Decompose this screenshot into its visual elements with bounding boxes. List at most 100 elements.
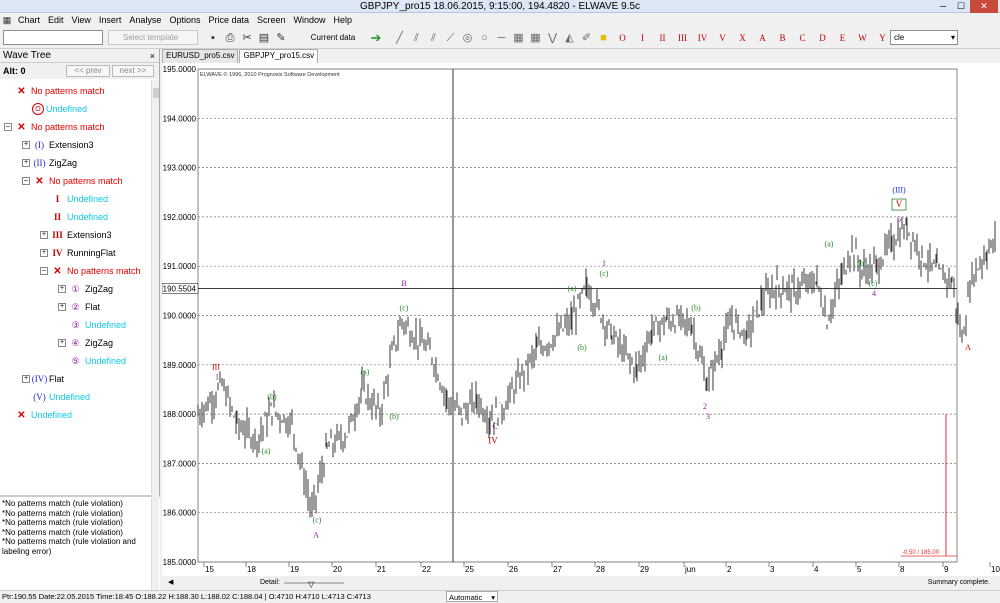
table-tool-icon[interactable]: ▦ xyxy=(528,30,543,46)
degree-button[interactable]: W xyxy=(854,30,871,46)
circle-tool-icon[interactable]: ○ xyxy=(477,30,492,46)
channel-tool-icon[interactable]: ⫽ xyxy=(409,30,424,46)
degree-button[interactable]: IV xyxy=(694,30,711,46)
y-tick-label: 187.0000 xyxy=(163,459,197,468)
tools-icon[interactable]: ✂ xyxy=(239,30,255,46)
tree-node[interactable]: – ✕ No patterns match xyxy=(4,118,105,136)
wave-label: (b) xyxy=(857,259,867,268)
expand-icon[interactable]: + xyxy=(40,249,48,257)
menu-view[interactable]: View xyxy=(68,13,95,27)
symbol-input[interactable] xyxy=(3,30,103,45)
degree-button[interactable]: III xyxy=(674,30,691,46)
zoom-select[interactable]: Automatic ▾ xyxy=(446,591,498,602)
highlight-icon[interactable]: ▤ xyxy=(256,30,272,46)
fan-tool-icon[interactable]: ⟋ xyxy=(443,30,458,46)
chart-scrollbar[interactable]: ◀ Detail: ▽ Summary complete. xyxy=(162,576,1000,590)
tree-node[interactable]: + (I) Extension3 xyxy=(22,136,94,154)
tree-node[interactable]: (V) Undefined xyxy=(22,388,90,406)
tree-node[interactable]: O Undefined xyxy=(22,100,87,118)
tree-node[interactable]: – ✕ No patterns match xyxy=(22,172,123,190)
menu-help[interactable]: Help xyxy=(330,13,357,27)
menu-insert[interactable]: Insert xyxy=(95,13,126,27)
tree-node[interactable]: + IV RunningFlat xyxy=(40,244,116,262)
indicator-combo[interactable]: cle xyxy=(890,30,958,45)
menu-analyse[interactable]: Analyse xyxy=(125,13,165,27)
tree-node[interactable]: ③ Undefined xyxy=(58,316,126,334)
degree-button[interactable]: C xyxy=(794,30,811,46)
tree-scrollbar[interactable] xyxy=(151,80,159,508)
scroll-left-icon[interactable]: ◀ xyxy=(168,576,173,590)
tree-node[interactable]: ⑤ Undefined xyxy=(58,352,126,370)
degree-button[interactable]: O xyxy=(614,30,631,46)
degree-button[interactable]: I xyxy=(634,30,651,46)
tree-node[interactable]: I Undefined xyxy=(40,190,108,208)
parallel-tool-icon[interactable]: ⫽ xyxy=(426,30,441,46)
expand-icon[interactable]: + xyxy=(40,231,48,239)
wave-node-icon: (I) xyxy=(35,140,44,150)
message-line: *No patterns match (rule violation) xyxy=(2,499,123,508)
print-icon[interactable]: ⎙ xyxy=(222,30,238,46)
tree-node[interactable]: + ④ ZigZag xyxy=(58,334,113,352)
menu-window[interactable]: Window xyxy=(290,13,330,27)
tree-node-label: Undefined xyxy=(49,392,91,402)
chart-canvas[interactable]: 195.0000 194.0000 193.0000 192.0000 191.0000… xyxy=(162,63,1000,576)
minimize-icon[interactable]: ─ xyxy=(934,0,952,13)
tree-node[interactable]: + (II) ZigZag xyxy=(22,154,77,172)
menu-options[interactable]: Options xyxy=(165,13,204,27)
price-chart[interactable]: 195.0000 194.0000 193.0000 192.0000 191.0000… xyxy=(162,63,1000,590)
collapse-icon[interactable]: – xyxy=(4,123,12,131)
brush-tool-icon[interactable]: ✐ xyxy=(579,30,594,46)
tree-node[interactable]: – ✕ No patterns match xyxy=(40,262,141,280)
tab-eurusd[interactable]: EURUSD_pro5.csv xyxy=(162,49,239,63)
degree-button[interactable]: E xyxy=(834,30,851,46)
next-button[interactable]: next >> xyxy=(112,65,154,77)
template-select[interactable]: Select template xyxy=(108,30,198,45)
tree-node[interactable]: + ② Flat xyxy=(58,298,100,316)
current-data-button[interactable]: Current data xyxy=(302,30,364,46)
degree-button[interactable]: Y xyxy=(874,30,891,46)
collapse-icon[interactable]: – xyxy=(40,267,48,275)
degree-button[interactable]: A xyxy=(754,30,771,46)
arc-tool-icon[interactable]: ◎ xyxy=(460,30,475,46)
expand-icon[interactable]: + xyxy=(22,159,30,167)
hline-tool-icon[interactable]: ─ xyxy=(494,30,509,46)
expand-icon[interactable]: + xyxy=(58,303,66,311)
save-icon[interactable]: ▪ xyxy=(205,30,221,46)
expand-icon[interactable]: + xyxy=(58,339,66,347)
expand-icon[interactable]: + xyxy=(58,285,66,293)
marker-tool-icon[interactable]: ◭ xyxy=(562,30,577,46)
rectangle-tool-icon[interactable]: ■ xyxy=(596,30,611,46)
degree-button[interactable]: X xyxy=(734,30,751,46)
menu-chart[interactable]: Chart xyxy=(14,13,44,27)
tree-node[interactable]: + ① ZigZag xyxy=(58,280,113,298)
tab-gbpjpy[interactable]: GBPJPY_pro15.csv xyxy=(239,49,319,63)
menu-price-data[interactable]: Price data xyxy=(204,13,253,27)
expand-icon[interactable]: + xyxy=(22,375,30,383)
degree-button[interactable]: II xyxy=(654,30,671,46)
tree-node[interactable]: II Undefined xyxy=(40,208,108,226)
messages-scrollbar[interactable] xyxy=(151,495,159,590)
tree-node[interactable]: ✕ Undefined xyxy=(4,406,72,424)
grid-tool-icon[interactable]: ▦ xyxy=(511,30,526,46)
degree-button[interactable]: D xyxy=(814,30,831,46)
degree-button[interactable]: V xyxy=(714,30,731,46)
app-icon[interactable]: ▦ xyxy=(0,12,14,28)
tree-node[interactable]: + III Extension3 xyxy=(40,226,112,244)
menu-screen[interactable]: Screen xyxy=(253,13,290,27)
tree-node[interactable]: ✕ No patterns match xyxy=(4,82,104,100)
expand-icon[interactable]: + xyxy=(22,141,30,149)
go-arrow-icon[interactable]: ➔ xyxy=(368,30,384,46)
line-tool-icon[interactable]: ╱ xyxy=(392,30,407,46)
y-tick-label: 190.0000 xyxy=(163,312,197,321)
tree-node[interactable]: + (IV) Flat xyxy=(22,370,64,388)
collapse-icon[interactable]: – xyxy=(22,177,30,185)
wave-tool-icon[interactable]: ⋁ xyxy=(545,30,560,46)
edit-icon[interactable]: ✎ xyxy=(273,30,289,46)
degree-button[interactable]: B xyxy=(774,30,791,46)
maximize-icon[interactable]: ☐ xyxy=(952,0,970,13)
menu-edit[interactable]: Edit xyxy=(44,13,68,27)
prev-button[interactable]: << prev xyxy=(66,65,110,77)
close-icon[interactable]: ✕ xyxy=(970,0,998,13)
panel-close-icon[interactable]: × xyxy=(150,49,155,63)
level-label: -0.50 / 185.00 xyxy=(902,550,940,556)
